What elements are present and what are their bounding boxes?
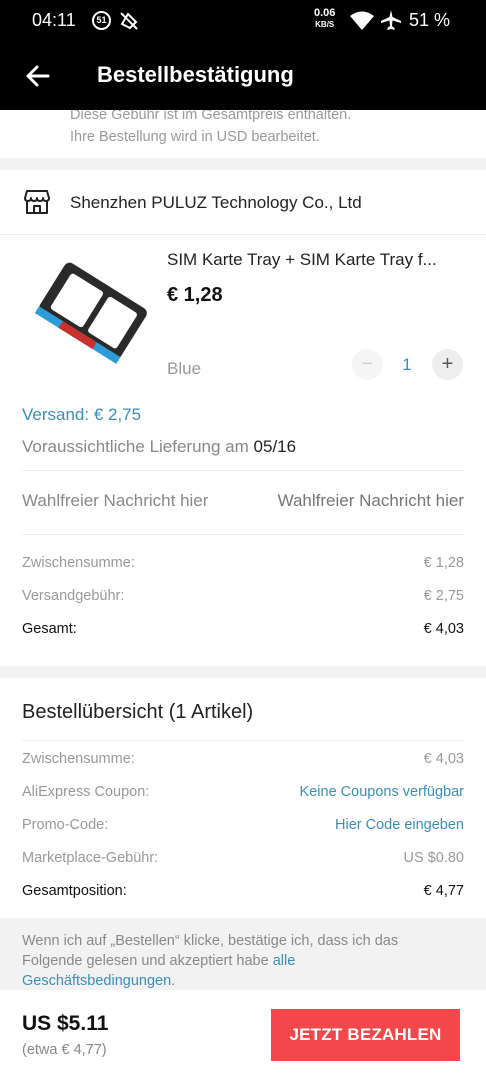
marketplace-fee-label: Marketplace-Gebühr: <box>22 850 159 866</box>
status-time: 04:11 <box>32 10 76 30</box>
coupon-link[interactable]: Keine Coupons verfügbar <box>300 784 464 800</box>
divider <box>22 470 464 471</box>
app-bar: Bestellbestätigung <box>0 42 486 110</box>
store-total-value: € 4,03 <box>423 621 464 637</box>
grand-total-value: € 4,77 <box>423 883 464 899</box>
quantity-decrease-button[interactable]: − <box>352 349 383 380</box>
arrow-left-icon <box>26 65 50 87</box>
total-eur: (etwa € 4,77) <box>22 1042 107 1058</box>
promo-code-label: Promo-Code: <box>22 817 109 833</box>
battery-level: 51 % <box>409 10 451 30</box>
network-speed-value: 0.06 <box>314 7 336 19</box>
terms-notice: Wenn ich auf „Bestellen“ klicke, bestäti… <box>0 918 486 990</box>
network-speed: 0.06 KB/S <box>314 8 335 30</box>
status-bar: 04:11 51 0.06 KB/S 51 % <box>0 0 486 42</box>
page-title: Bestellbestätigung <box>97 62 294 87</box>
order-summary-card: Bestellübersicht (1 Artikel) Zwischensum… <box>0 678 486 918</box>
store-subtotal-value: € 1,28 <box>423 555 464 571</box>
fee-notice: Diese Gebühr ist im Gesamtpreis enthalte… <box>0 110 486 158</box>
shipping-option[interactable]: Versand: € 2,75 <box>22 405 141 425</box>
seller-message-input[interactable] <box>249 491 464 511</box>
product-price: € 1,28 <box>167 284 223 306</box>
quantity-increase-button[interactable]: + <box>432 349 463 380</box>
store-shipping-label: Versandgebühr: <box>22 588 125 604</box>
product-variant: Blue <box>167 359 202 378</box>
coupon-label: AliExpress Coupon: <box>22 784 150 800</box>
store-subtotal-label: Zwischensumme: <box>22 555 135 571</box>
back-button[interactable] <box>22 60 54 92</box>
vibrate-mute-icon <box>118 10 140 37</box>
divider <box>22 740 464 741</box>
store-header[interactable]: Shenzhen PULUZ Technology Co., Ltd <box>0 170 486 235</box>
summary-subtotal-value: € 4,03 <box>423 751 464 767</box>
notification-badge-icon: 51 <box>92 11 111 30</box>
total-usd: US $5.11 <box>22 1012 109 1035</box>
delivery-date: 05/16 <box>253 437 297 456</box>
store-order-card: Shenzhen PULUZ Technology Co., Ltd SIM K… <box>0 170 486 666</box>
product-title[interactable]: SIM Karte Tray + SIM Karte Tray f... <box>167 250 467 270</box>
product-image[interactable] <box>20 250 158 380</box>
store-icon <box>23 188 51 221</box>
terms-body: Wenn ich auf „Bestellen“ klicke, bestäti… <box>22 933 399 969</box>
quantity-value: 1 <box>402 355 412 374</box>
pay-now-button[interactable]: JETZT BEZAHLEN <box>271 1009 460 1061</box>
terms-text: Wenn ich auf „Bestellen“ klicke, bestäti… <box>22 931 402 991</box>
airplane-mode-icon <box>380 9 402 36</box>
notice-line-currency: Ihre Bestellung wird in USD bearbeitet. <box>70 129 320 145</box>
delivery-label: Voraussichtliche Lieferung am <box>22 437 249 456</box>
checkout-bar: US $5.11 (etwa € 4,77) JETZT BEZAHLEN <box>0 990 486 1080</box>
grand-total-label: Gesamtposition: <box>22 883 127 899</box>
wifi-icon <box>350 11 374 36</box>
summary-subtotal-label: Zwischensumme: <box>22 751 135 767</box>
marketplace-fee-value: US $0.80 <box>403 850 464 866</box>
promo-code-link[interactable]: Hier Code eingeben <box>335 817 464 833</box>
store-total-label: Gesamt: <box>22 621 77 637</box>
summary-title: Bestellübersicht (1 Artikel) <box>22 701 254 723</box>
notice-line-fee: Diese Gebühr ist im Gesamtpreis enthalte… <box>70 110 352 123</box>
network-speed-unit: KB/S <box>315 20 335 29</box>
store-name: Shenzhen PULUZ Technology Co., Ltd <box>70 193 362 212</box>
store-shipping-value: € 2,75 <box>423 588 464 604</box>
terms-end: . <box>171 973 176 989</box>
divider <box>22 534 464 535</box>
delivery-estimate: Voraussichtliche Lieferung am 05/16 <box>22 437 296 457</box>
message-label: Wahlfreier Nachricht hier <box>22 491 209 510</box>
